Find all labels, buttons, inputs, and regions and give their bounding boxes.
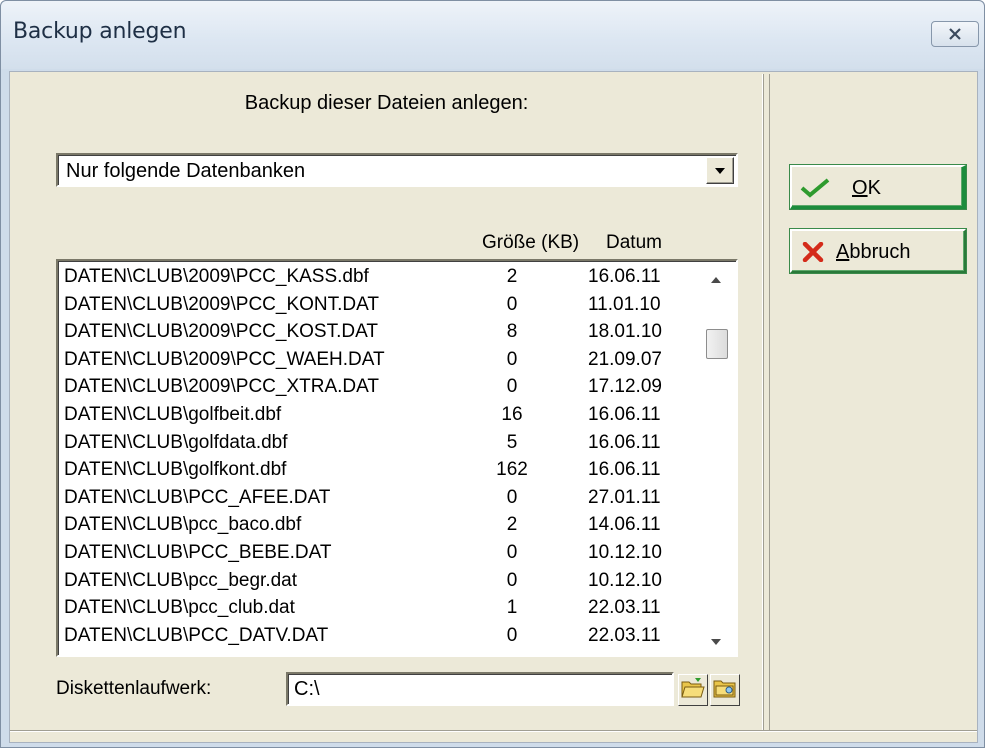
file-name: DATEN\CLUB\2009\PCC_XTRA.DAT: [64, 376, 379, 398]
close-icon: [948, 28, 962, 40]
list-item[interactable]: DATEN\CLUB\2009\PCC_KASS.dbf 2 16.06.11: [58, 263, 698, 291]
scroll-up-button[interactable]: [698, 265, 734, 293]
file-name: DATEN\CLUB\golfdata.dbf: [64, 431, 288, 453]
scroll-down-button[interactable]: [698, 627, 734, 655]
selection-value: Nur folgende Datenbanken: [66, 160, 306, 182]
file-date: 16.06.11: [588, 266, 661, 287]
drive-field[interactable]: C:\: [286, 672, 674, 706]
folder-open-icon: [681, 677, 705, 704]
cancel-button[interactable]: Abbruch: [790, 229, 966, 273]
list-item[interactable]: DATEN\CLUB\2009\PCC_KOST.DAT 8 18.01.10: [58, 318, 698, 346]
x-icon: [802, 241, 824, 268]
drive-value: C:\: [294, 678, 320, 700]
file-name: DATEN\CLUB\2009\PCC_KASS.dbf: [64, 266, 369, 287]
file-date: 17.12.09: [588, 376, 662, 398]
file-name: DATEN\CLUB\pcc_baco.dbf: [64, 514, 302, 536]
file-size: 0: [506, 542, 518, 563]
browse-folder-button[interactable]: [710, 674, 740, 706]
file-name: DATEN\CLUB\2009\PCC_KOST.DAT: [64, 321, 378, 343]
file-size: 0: [506, 293, 518, 315]
file-list[interactable]: DATEN\CLUB\2009\PCC_KASS.dbf 2 16.06.11 DAT…: [56, 259, 738, 657]
file-name: DATEN\CLUB\pcc_begr.dat: [64, 569, 298, 591]
ok-button[interactable]: OK: [790, 165, 966, 209]
folder-icon: [713, 677, 737, 704]
scroll-thumb[interactable]: [706, 329, 728, 359]
chevron-down-icon: [714, 162, 726, 180]
checkmark-icon: [800, 177, 830, 205]
file-size: 0: [506, 624, 518, 646]
file-name: DATEN\CLUB\PCC_BEBE.DAT: [64, 542, 332, 563]
file-date: 10.12.10: [588, 569, 662, 591]
file-name: DATEN\CLUB\PCC_AFEE.DAT: [64, 486, 331, 508]
list-item[interactable]: DATEN\CLUB\golfkont.dbf 162 16.06.11: [58, 456, 698, 484]
file-date: 14.06.11: [588, 514, 661, 536]
close-button[interactable]: [931, 21, 979, 47]
file-size: 2: [506, 266, 518, 287]
list-item[interactable]: DATEN\CLUB\2009\PCC_WAEH.DAT 0 21.09.07: [58, 346, 698, 374]
file-date: 10.12.10: [588, 542, 662, 563]
file-name: DATEN\CLUB\golfkont.dbf: [64, 459, 287, 481]
list-item[interactable]: DATEN\CLUB\2009\PCC_XTRA.DAT 0 17.12.09: [58, 373, 698, 401]
file-date: 16.06.11: [588, 459, 661, 481]
file-name: DATEN\CLUB\pcc_club.dat: [64, 597, 295, 619]
file-size: 5: [506, 431, 518, 453]
open-folder-button[interactable]: [678, 674, 708, 706]
window-title: Backup anlegen: [13, 19, 187, 44]
file-date: 27.01.11: [588, 486, 661, 508]
date-column-header: Datum: [606, 232, 662, 253]
list-item[interactable]: DATEN\CLUB\pcc_club.dat 1 22.03.11: [58, 594, 698, 622]
file-size: 0: [506, 348, 518, 370]
file-size: 0: [506, 376, 518, 398]
file-name: DATEN\CLUB\PCC_DATV.DAT: [64, 624, 329, 646]
arrow-up-icon: [711, 270, 721, 288]
file-date: 21.09.07: [588, 348, 662, 370]
list-item[interactable]: DATEN\CLUB\2009\PCC_KONT.DAT 0 11.01.10: [58, 291, 698, 319]
file-name: DATEN\CLUB\2009\PCC_WAEH.DAT: [64, 348, 385, 370]
file-name: DATEN\CLUB\2009\PCC_KONT.DAT: [64, 293, 379, 315]
file-date: 22.03.11: [588, 624, 661, 646]
file-size: 0: [506, 569, 518, 591]
list-item[interactable]: DATEN\CLUB\pcc_begr.dat 0 10.12.10: [58, 567, 698, 595]
file-date: 16.06.11: [588, 404, 661, 425]
drive-label: Diskettenlaufwerk:: [56, 678, 212, 699]
bottom-divider: [10, 730, 977, 732]
list-item[interactable]: DATEN\CLUB\pcc_baco.dbf 2 14.06.11: [58, 511, 698, 539]
file-size: 16: [501, 404, 523, 425]
list-item[interactable]: DATEN\CLUB\PCC_AFEE.DAT 0 27.01.11: [58, 484, 698, 512]
list-item[interactable]: DATEN\CLUB\golfdata.dbf 5 16.06.11: [58, 429, 698, 457]
file-size: 8: [506, 321, 518, 343]
file-size: 1: [506, 597, 518, 619]
list-item[interactable]: DATEN\CLUB\PCC_BEBE.DAT 0 10.12.10: [58, 539, 698, 567]
file-date: 22.03.11: [588, 597, 661, 619]
file-date: 11.01.10: [588, 293, 661, 315]
options-pane: Backup dieser Dateien anlegen: Nur folge…: [10, 74, 763, 730]
section-caption: Backup dieser Dateien anlegen:: [244, 92, 529, 114]
list-item[interactable]: DATEN\CLUB\golfbeit.dbf 16 16.06.11: [58, 401, 698, 429]
file-size: 162: [496, 459, 528, 481]
file-size: 2: [506, 514, 518, 536]
file-size: 0: [506, 486, 518, 508]
dialog-body: Backup dieser Dateien anlegen: Nur folge…: [9, 71, 978, 743]
backup-dialog: Backup anlegen Backup dieser Dateien anl…: [0, 0, 985, 748]
file-date: 18.01.10: [588, 321, 662, 343]
cancel-label: Abbruch: [836, 241, 911, 263]
ok-label: OK: [852, 177, 881, 199]
vertical-scrollbar[interactable]: [698, 263, 734, 653]
arrow-down-icon: [711, 632, 721, 650]
dropdown-button[interactable]: [706, 157, 734, 184]
selection-dropdown[interactable]: Nur folgende Datenbanken: [56, 153, 738, 187]
title-bar[interactable]: Backup anlegen: [1, 1, 984, 69]
file-name: DATEN\CLUB\golfbeit.dbf: [64, 404, 282, 425]
list-item[interactable]: DATEN\CLUB\PCC_DATV.DAT 0 22.03.11: [58, 622, 698, 650]
size-column-header: Größe (KB): [482, 232, 580, 253]
file-date: 16.06.11: [588, 431, 661, 453]
